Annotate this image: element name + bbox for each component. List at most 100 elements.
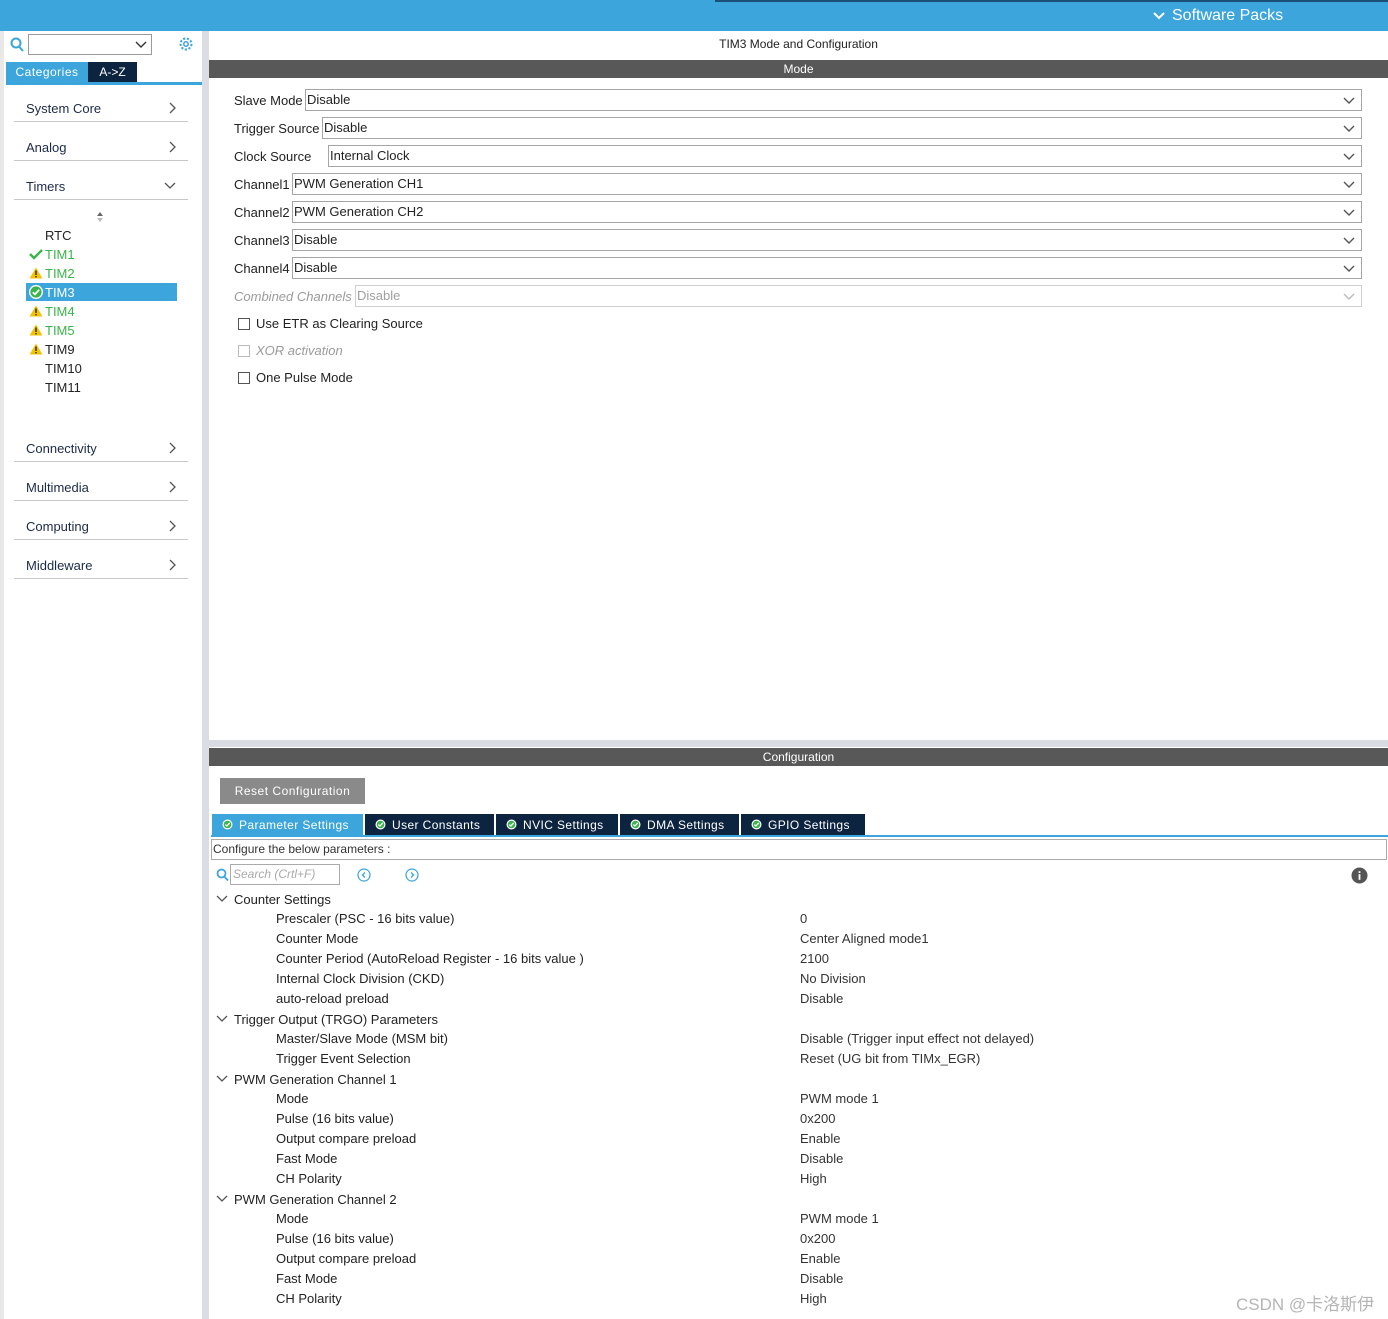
category-middleware[interactable]: Middleware bbox=[14, 549, 188, 579]
previous-match-icon[interactable] bbox=[357, 868, 371, 882]
param-name: Prescaler (PSC - 16 bits value) bbox=[276, 911, 455, 926]
param-value[interactable]: 2100 bbox=[800, 949, 829, 969]
next-match-icon[interactable] bbox=[405, 868, 419, 882]
tab-categories[interactable]: Categories bbox=[6, 62, 88, 82]
chevron-down-icon bbox=[216, 895, 228, 902]
parameter-search-input[interactable]: Search (Crtl+F) bbox=[230, 864, 340, 885]
category-label: Middleware bbox=[26, 558, 93, 573]
param-value[interactable]: Enable bbox=[800, 1249, 840, 1269]
channel3-row: Channel3 bbox=[234, 229, 290, 251]
tab-label: NVIC Settings bbox=[523, 817, 604, 832]
param-value[interactable]: Disable bbox=[800, 1149, 843, 1169]
category-connectivity[interactable]: Connectivity bbox=[14, 432, 188, 462]
param-value[interactable]: 0 bbox=[800, 909, 807, 929]
param-value[interactable]: Disable bbox=[800, 1269, 843, 1289]
param-value[interactable]: No Division bbox=[800, 969, 866, 989]
param-value[interactable]: 0x200 bbox=[800, 1109, 835, 1129]
tab-nvic-settings[interactable]: NVIC Settings bbox=[496, 814, 620, 835]
one-pulse-mode-checkbox-row[interactable]: One Pulse Mode bbox=[238, 370, 353, 385]
channel1-row: Channel1 bbox=[234, 173, 290, 195]
software-packs-button[interactable]: Software Packs bbox=[1152, 6, 1283, 26]
configuration-section-header: Configuration bbox=[209, 748, 1388, 766]
group-label: Trigger Output (TRGO) Parameters bbox=[234, 1011, 438, 1027]
one-pulse-mode-checkbox[interactable] bbox=[238, 371, 250, 384]
group-counter-settings[interactable]: Counter Settings bbox=[216, 889, 331, 909]
timer-name: RTC bbox=[45, 227, 72, 243]
timer-item-tim1[interactable]: TIM1 bbox=[26, 245, 177, 263]
param-value[interactable]: High bbox=[800, 1289, 827, 1309]
param-value[interactable]: Center Aligned mode1 bbox=[800, 929, 929, 949]
clock-source-select[interactable]: Internal Clock bbox=[328, 145, 1362, 167]
category-search-combo[interactable] bbox=[28, 34, 152, 55]
chevron-down-icon bbox=[164, 182, 176, 189]
channel4-select[interactable]: Disable bbox=[292, 257, 1362, 279]
category-timers[interactable]: Timers bbox=[14, 170, 188, 200]
param-value[interactable]: 0x200 bbox=[800, 1229, 835, 1249]
param-value[interactable]: High bbox=[800, 1169, 827, 1189]
param-value[interactable]: Disable (Trigger input effect not delaye… bbox=[800, 1029, 1034, 1049]
category-label: System Core bbox=[26, 101, 102, 116]
category-multimedia[interactable]: Multimedia bbox=[14, 471, 188, 501]
timer-item-tim3[interactable]: TIM3 bbox=[26, 283, 177, 301]
group-trigger-output[interactable]: Trigger Output (TRGO) Parameters bbox=[216, 1009, 438, 1029]
timer-name: TIM1 bbox=[45, 246, 75, 262]
timer-item-tim11[interactable]: TIM11 bbox=[26, 378, 177, 396]
trigger-source-select[interactable]: Disable bbox=[322, 117, 1362, 139]
search-icon[interactable] bbox=[216, 868, 229, 882]
combined-channels-select: Disable bbox=[355, 285, 1362, 307]
timer-item-tim5[interactable]: TIM5 bbox=[26, 321, 177, 339]
group-label: PWM Generation Channel 2 bbox=[234, 1191, 397, 1207]
param-value[interactable]: Enable bbox=[800, 1129, 840, 1149]
timer-item-tim9[interactable]: TIM9 bbox=[26, 340, 177, 358]
param-value[interactable]: Reset (UG bit from TIMx_EGR) bbox=[800, 1049, 980, 1069]
slave-mode-select[interactable]: Disable bbox=[305, 89, 1362, 111]
chevron-right-icon bbox=[169, 559, 176, 571]
section-divider[interactable] bbox=[209, 740, 1388, 747]
param-value[interactable]: PWM mode 1 bbox=[800, 1209, 879, 1229]
channel3-select[interactable]: Disable bbox=[292, 229, 1362, 251]
tab-dma-settings[interactable]: DMA Settings bbox=[620, 814, 741, 835]
panel-splitter[interactable] bbox=[202, 31, 209, 1319]
warning-icon bbox=[26, 321, 45, 339]
param-name: Output compare preload bbox=[276, 1131, 417, 1146]
chevron-down-icon bbox=[1343, 293, 1355, 300]
tab-gpio-settings[interactable]: GPIO Settings bbox=[741, 814, 865, 835]
group-pwm-channel-1[interactable]: PWM Generation Channel 1 bbox=[216, 1069, 397, 1089]
timer-item-tim4[interactable]: TIM4 bbox=[26, 302, 177, 320]
use-etr-checkbox-row[interactable]: Use ETR as Clearing Source bbox=[238, 316, 423, 331]
tab-parameter-settings[interactable]: Parameter Settings bbox=[212, 814, 365, 835]
channel2-select[interactable]: PWM Generation CH2 bbox=[292, 201, 1362, 223]
tab-user-constants[interactable]: User Constants bbox=[365, 814, 496, 835]
chevron-right-icon bbox=[169, 442, 176, 454]
param-name: auto-reload preload bbox=[276, 991, 389, 1006]
group-pwm-channel-2[interactable]: PWM Generation Channel 2 bbox=[216, 1189, 397, 1209]
trigger-source-value: Disable bbox=[324, 120, 368, 135]
search-icon[interactable] bbox=[10, 37, 24, 53]
category-system-core[interactable]: System Core bbox=[14, 92, 188, 122]
param-name: Fast Mode bbox=[276, 1271, 338, 1286]
timer-item-tim2[interactable]: TIM2 bbox=[26, 264, 177, 282]
warning-icon bbox=[26, 340, 45, 358]
param-value[interactable]: Disable bbox=[800, 989, 843, 1009]
param-name: Mode bbox=[276, 1211, 309, 1226]
timer-item-tim10[interactable]: TIM10 bbox=[26, 359, 177, 377]
timer-item-rtc[interactable]: RTC bbox=[26, 226, 177, 244]
tab-a-to-z[interactable]: A->Z bbox=[88, 62, 137, 82]
param-name: Pulse (16 bits value) bbox=[276, 1111, 394, 1126]
channel3-label: Channel3 bbox=[234, 232, 290, 248]
channel2-label: Channel2 bbox=[234, 204, 290, 220]
channel1-select[interactable]: PWM Generation CH1 bbox=[292, 173, 1362, 195]
category-computing[interactable]: Computing bbox=[14, 510, 188, 540]
param-value[interactable]: PWM mode 1 bbox=[800, 1089, 879, 1109]
sort-icon[interactable] bbox=[96, 211, 104, 223]
use-etr-checkbox[interactable] bbox=[238, 317, 250, 330]
param-name: Master/Slave Mode (MSM bit) bbox=[276, 1031, 448, 1046]
mode-section-header: Mode bbox=[209, 60, 1388, 78]
gear-icon[interactable] bbox=[177, 35, 195, 53]
check-circle-icon bbox=[375, 819, 386, 830]
reset-configuration-button[interactable]: Reset Configuration bbox=[220, 778, 365, 804]
chevron-right-icon bbox=[169, 520, 176, 532]
chevron-down-icon bbox=[135, 41, 147, 48]
info-icon[interactable] bbox=[1351, 867, 1368, 884]
category-analog[interactable]: Analog bbox=[14, 131, 188, 161]
